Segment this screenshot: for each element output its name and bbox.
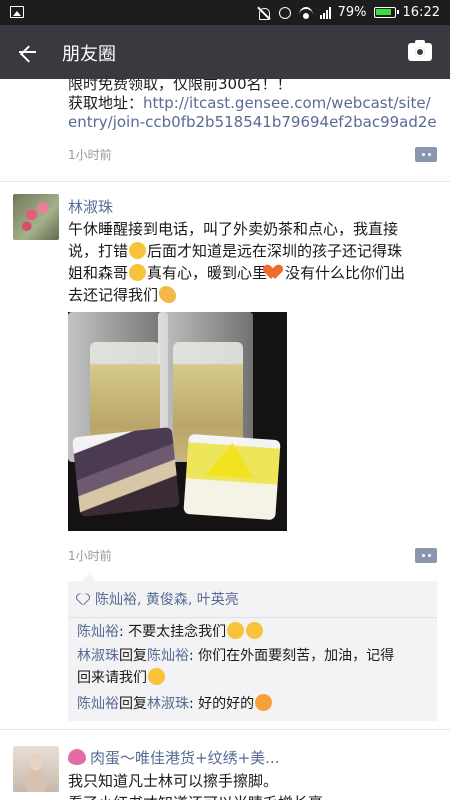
reply-word: 回复 bbox=[119, 648, 147, 664]
page-title: 朋友圈 bbox=[62, 44, 116, 65]
text-segment: 后面才知道是远在深圳的孩子还记得珠 bbox=[147, 242, 403, 260]
reply-word: 回复 bbox=[119, 696, 147, 712]
post-text-line: 我只知道凡士林可以擦手擦脚。 bbox=[68, 772, 279, 790]
post-text: 午休睡醒接到电话，叫了外卖奶茶和点心，我直接 说，打错 后面才知道是远在深圳的孩子… bbox=[68, 218, 440, 306]
emoji-grin-icon bbox=[129, 264, 147, 281]
text-segment: 没有什么比你们出 bbox=[285, 264, 406, 282]
emoji-wrong-icon bbox=[129, 242, 147, 259]
comment-text: 你们在外面要刻苦，加油，记得 bbox=[198, 648, 395, 664]
divider bbox=[0, 729, 450, 730]
emoji-cheeky-icon bbox=[227, 622, 245, 639]
post-author[interactable]: 肉蛋～唯佳港货+纹绣+美... bbox=[90, 749, 279, 767]
comment-text: 回来请我们 bbox=[77, 670, 147, 686]
post-link[interactable]: entry/join-ccb0fb2b518541b79694ef2bac99a… bbox=[68, 111, 437, 133]
post-time: 1小时前 bbox=[68, 549, 112, 563]
heart-outline-icon bbox=[77, 593, 89, 605]
comment-more-icon[interactable] bbox=[415, 548, 437, 563]
clock: 16:22 bbox=[402, 5, 440, 20]
post-time: 1小时前 bbox=[68, 148, 112, 162]
status-bar: 79% 16:22 bbox=[0, 0, 450, 25]
comment-item[interactable]: 陈灿裕: 不要太挂念我们 bbox=[77, 621, 429, 643]
likes-names[interactable]: 陈灿裕, 黄俊森, 叶英亮 bbox=[95, 592, 239, 608]
avatar[interactable] bbox=[13, 194, 59, 240]
emoji-tongue-icon bbox=[255, 694, 273, 711]
comment-reply-to[interactable]: 陈灿裕 bbox=[147, 648, 189, 664]
image-notification-icon bbox=[10, 6, 24, 18]
text-segment: 说，打错 bbox=[68, 242, 129, 260]
photo-cake-chocolate bbox=[72, 426, 180, 518]
post-text-line: 说，打错 后面才知道是远在深圳的孩子还记得珠 bbox=[68, 240, 440, 262]
post-photo[interactable] bbox=[68, 312, 287, 531]
app-bar: 朋友圈 bbox=[0, 25, 450, 79]
wifi-icon bbox=[298, 6, 313, 20]
post-text-line: 姐和森哥 真有心，暖到心里 没有什么比你们出 bbox=[68, 262, 440, 284]
moments-feed[interactable]: 限时免费领取，仅限前300名！！ 获取地址：http://itcast.gens… bbox=[0, 79, 450, 800]
post-author-row: 肉蛋～唯佳港货+纹绣+美... bbox=[68, 747, 279, 768]
comment-more-icon[interactable] bbox=[415, 147, 437, 162]
likes-row: 陈灿裕, 黄俊森, 叶英亮 bbox=[77, 589, 239, 611]
photo-cake-mango bbox=[183, 433, 281, 521]
post-text-line: 午休睡醒接到电话，叫了外卖奶茶和点心，我直接 bbox=[68, 220, 399, 238]
comment-author[interactable]: 林淑珠 bbox=[77, 648, 119, 664]
emoji-laugh-icon bbox=[148, 668, 165, 685]
post-text-prefix: 获取地址： bbox=[68, 94, 144, 112]
comment-text: 好的好的 bbox=[198, 696, 255, 712]
back-arrow-icon[interactable] bbox=[10, 37, 40, 67]
signal-icon bbox=[319, 6, 331, 19]
text-segment: 去还记得我们 bbox=[68, 286, 159, 304]
emoji-hand-icon bbox=[159, 286, 177, 303]
post-text-line: 去还记得我们 bbox=[68, 284, 440, 306]
status-bar-right: 79% 16:22 bbox=[257, 4, 440, 21]
post-author[interactable]: 林淑珠 bbox=[68, 196, 113, 217]
comment-box: 陈灿裕, 黄俊森, 叶英亮 陈灿裕: 不要太挂念我们 林淑珠回复陈灿裕: 你们在… bbox=[68, 574, 437, 721]
text-segment: 真有心，暖到心里 bbox=[147, 264, 268, 282]
alarm-icon bbox=[278, 6, 292, 20]
avatar[interactable] bbox=[13, 746, 59, 792]
post-link[interactable]: http://itcast.gensee.com/webcast/site/ bbox=[143, 94, 431, 112]
battery-icon bbox=[373, 7, 399, 18]
comment-author[interactable]: 陈灿裕 bbox=[77, 696, 119, 712]
emoji-cheeky-icon bbox=[246, 622, 264, 639]
comment-reply-to[interactable]: 林淑珠 bbox=[147, 696, 189, 712]
text-segment: 姐和森哥 bbox=[68, 264, 129, 282]
divider bbox=[68, 617, 437, 618]
camera-icon[interactable] bbox=[408, 40, 432, 61]
sparkle-heart-icon bbox=[68, 749, 86, 765]
battery-percent: 79% bbox=[337, 5, 367, 20]
post-text-line: 看了小红书才知道还可以当睫毛增长膏 bbox=[68, 792, 323, 800]
emoji-heart-icon bbox=[268, 264, 284, 281]
comment-author[interactable]: 陈灿裕 bbox=[77, 624, 119, 640]
post-item: 限时免费领取，仅限前300名！！ 获取地址：http://itcast.gens… bbox=[0, 79, 450, 182]
mute-icon bbox=[257, 6, 271, 20]
comment-item[interactable]: 陈灿裕回复林淑珠: 好的好的 bbox=[77, 693, 429, 715]
comment-item[interactable]: 林淑珠回复陈灿裕: 你们在外面要刻苦，加油，记得 回来请我们 bbox=[77, 645, 429, 689]
comment-text: 不要太挂念我们 bbox=[128, 624, 227, 640]
